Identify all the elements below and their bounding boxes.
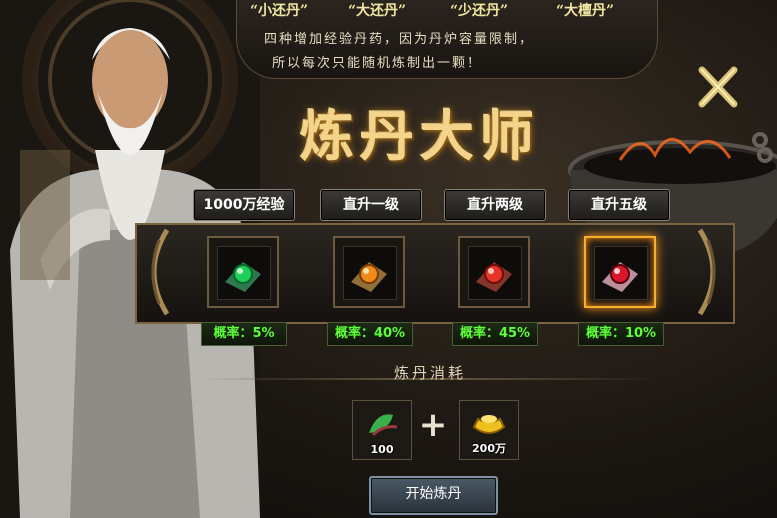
herb-icon (369, 414, 398, 437)
intro-line-1: 四种增加经验丹药，因为丹炉容量限制， (264, 32, 535, 47)
rate-label-exp: 概率：5% (201, 322, 287, 346)
cost-count-gold: 200万 (472, 442, 506, 455)
red-pill-icon (476, 262, 512, 292)
rate-label-level-1: 概率：40% (327, 322, 413, 346)
option-button-exp[interactable]: 1000万经验 (193, 189, 295, 221)
page-title: 炼丹大师 (300, 104, 540, 168)
rate-label-level-5: 概率：10% (578, 322, 664, 346)
close-icon[interactable] (694, 64, 740, 110)
plus-icon: + (418, 405, 448, 445)
reward-slot-exp[interactable] (207, 236, 279, 308)
gold-ingot-icon (472, 415, 506, 434)
pill-small-pill: “小还丹” (250, 3, 309, 19)
start-refining-button[interactable]: 开始炼丹 (369, 476, 498, 515)
option-button-level-2[interactable]: 直升两级 (444, 189, 546, 221)
scroll-ornament-left (151, 228, 170, 316)
reward-slot-level-5[interactable] (584, 236, 656, 308)
cost-slot-gold[interactable]: 200万 (459, 400, 519, 460)
rate-label-level-2: 概率：45% (452, 322, 538, 346)
scroll-ornament-right (697, 228, 716, 316)
orange-pill-icon (351, 262, 387, 292)
option-button-level-5[interactable]: 直升五级 (568, 189, 670, 221)
green-pill-icon (225, 262, 261, 292)
reward-slot-level-2[interactable] (458, 236, 530, 308)
option-button-level-1[interactable]: 直升一级 (320, 189, 422, 221)
cost-count-herb: 100 (370, 443, 394, 456)
reward-slot-level-1[interactable] (333, 236, 405, 308)
cost-title: 炼丹消耗 (393, 364, 466, 382)
crimson-pill-icon (602, 262, 638, 292)
pill-sandal-pill: “大檀丹” (556, 3, 615, 19)
intro-line-2: 所以每次只能随机炼制出一颗！ (272, 56, 483, 71)
cost-slot-herb[interactable]: 100 (352, 400, 412, 460)
pill-less-pill: “少还丹” (450, 3, 509, 19)
pill-big-pill: “大还丹” (348, 3, 407, 19)
